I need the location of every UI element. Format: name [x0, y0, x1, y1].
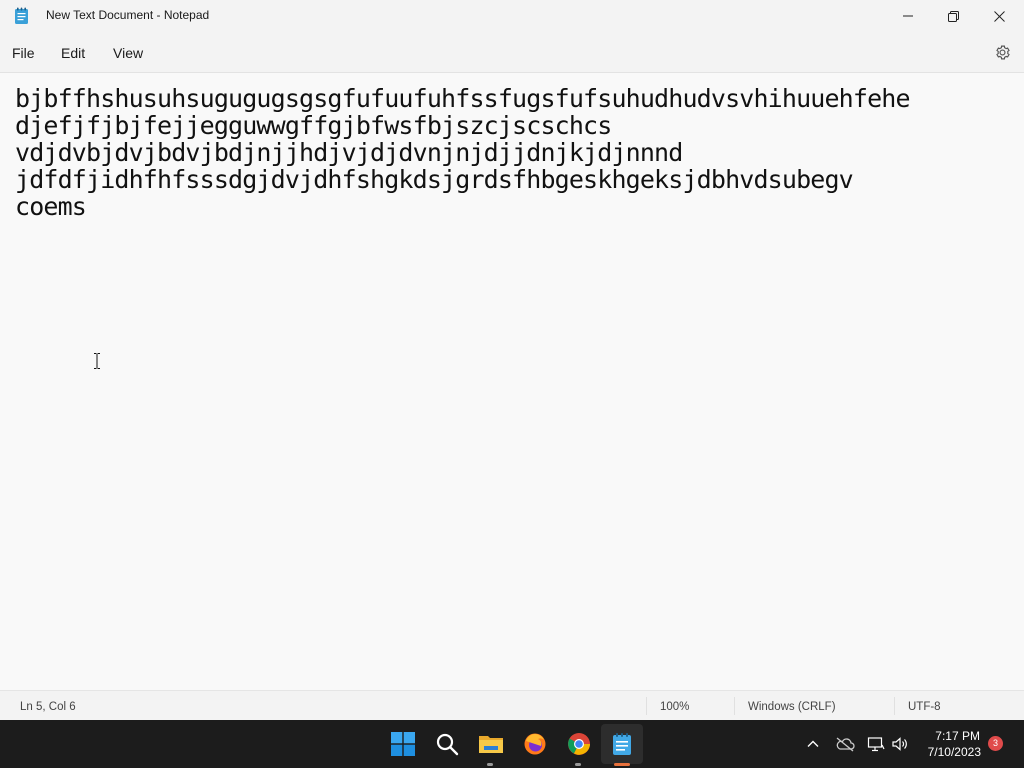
file-explorer-icon: [479, 736, 503, 753]
menu-file[interactable]: File: [12, 45, 35, 61]
text-line: coems: [15, 192, 87, 221]
taskbar-notepad[interactable]: [608, 730, 636, 758]
search-icon: [436, 733, 459, 756]
clock-time[interactable]: 7:17 PM: [920, 729, 980, 743]
taskbar-chrome[interactable]: [565, 730, 593, 758]
onedrive-button[interactable]: [831, 730, 859, 758]
text-line: djefjfjbjfejjegguwwgffgjbfwsfbjszcjscsch…: [15, 111, 612, 140]
status-divider: [646, 697, 647, 715]
menu-edit[interactable]: Edit: [61, 45, 85, 61]
line-ending[interactable]: Windows (CRLF): [748, 701, 836, 713]
menu-view[interactable]: View: [113, 45, 143, 61]
taskbar-firefox[interactable]: [521, 730, 549, 758]
chrome-icon: [568, 733, 590, 755]
active-indicator: [614, 763, 630, 766]
firefox-icon: [524, 733, 546, 755]
running-indicator: [575, 763, 581, 766]
minimize-button[interactable]: [885, 0, 931, 32]
text-line: jdfdfjidhfhfsssdgjdvjdhfshgkdsjgrdsfhbge…: [15, 165, 854, 194]
status-divider: [734, 697, 735, 715]
cursor-position: Ln 5, Col 6: [20, 701, 76, 713]
text-cursor-icon: [94, 353, 100, 369]
notepad-icon: [613, 733, 631, 755]
taskbar: [0, 720, 1024, 768]
show-hidden-icons-button[interactable]: [799, 730, 827, 758]
minimize-icon: [903, 15, 913, 17]
restore-icon: [947, 10, 959, 22]
start-icon: [391, 732, 415, 756]
restore-button[interactable]: [930, 0, 976, 32]
window-title: New Text Document - Notepad: [46, 8, 210, 22]
close-icon: [993, 10, 1005, 22]
network-icon: [867, 737, 885, 752]
chevron-up-icon: [807, 740, 819, 747]
volume-button[interactable]: [886, 730, 914, 758]
close-button[interactable]: [976, 0, 1022, 32]
zoom-level[interactable]: 100%: [660, 701, 689, 713]
volume-icon: [892, 737, 907, 751]
encoding[interactable]: UTF-8: [908, 701, 941, 713]
text-line: bjbffhshusuhsugugugsgsgfufuufuhfssfugsfu…: [15, 84, 911, 113]
taskbar-search-button[interactable]: [433, 730, 461, 758]
menu-bar: File Edit View: [0, 32, 1024, 73]
start-button[interactable]: [389, 730, 417, 758]
status-bar: Ln 5, Col 6 100% Windows (CRLF) UTF-8: [0, 690, 1024, 721]
running-indicator: [487, 763, 493, 766]
status-divider: [894, 697, 895, 715]
notification-badge[interactable]: 3: [988, 736, 1003, 751]
onedrive-offline-icon: [836, 737, 855, 752]
notepad-app-icon: [15, 7, 28, 24]
taskbar-file-explorer[interactable]: [477, 730, 505, 758]
title-bar: New Text Document - Notepad: [0, 0, 1024, 32]
clock-date[interactable]: 7/10/2023: [915, 745, 981, 759]
text-line: vdjdvbjdvjbdvjbdjnjjhdjvjdjdvnjnjdjjdnjk…: [15, 138, 683, 167]
text-editor-area[interactable]: bjbffhshusuhsugugugsgsgfufuufuhfssfugsfu…: [0, 73, 1024, 690]
gear-icon[interactable]: [994, 44, 1011, 61]
